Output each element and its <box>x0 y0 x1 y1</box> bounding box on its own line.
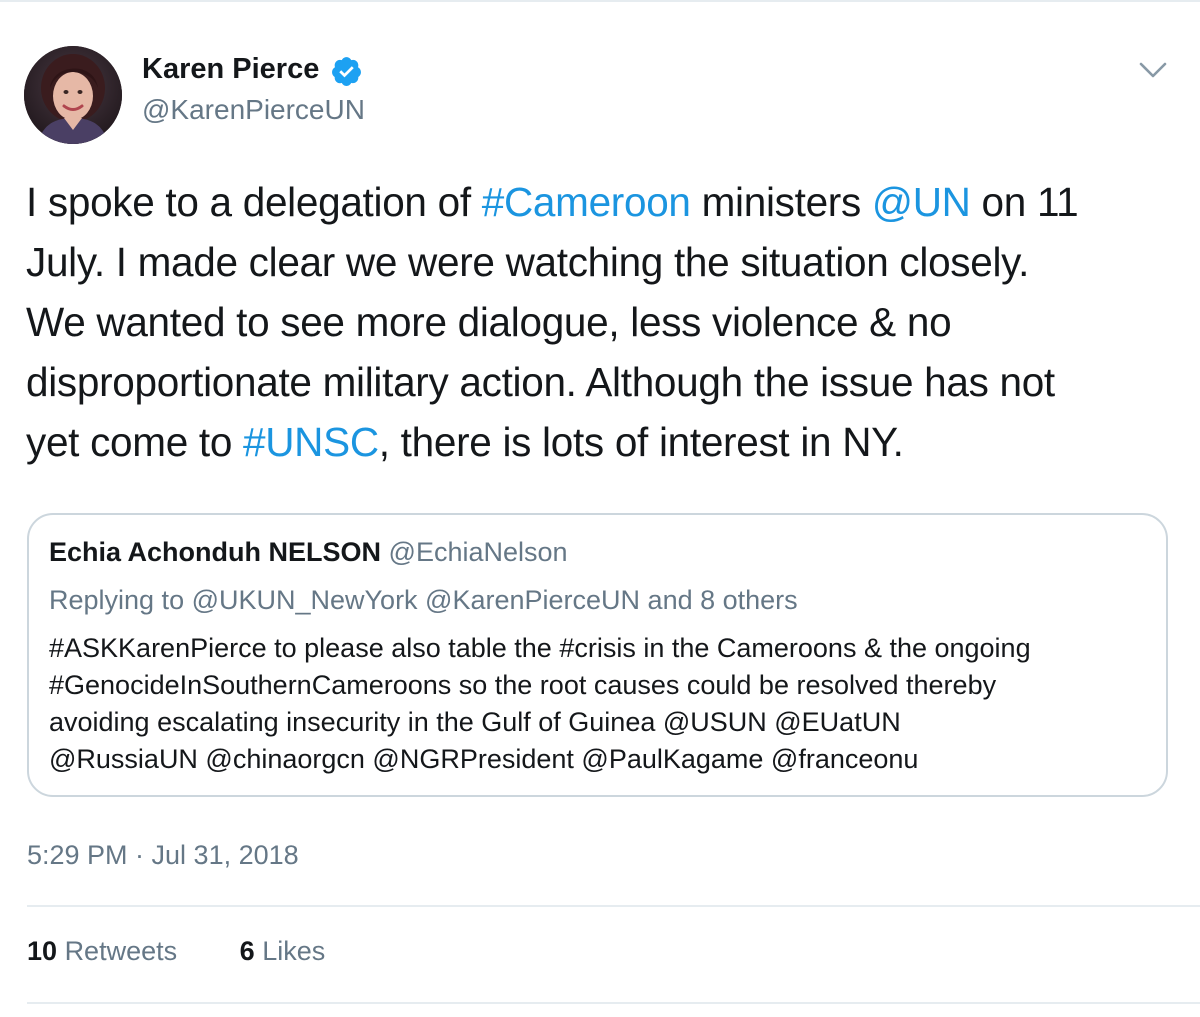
tweet-text-segment: We wanted to see more dialogue, less vio… <box>26 299 952 345</box>
quoted-author-handle: @EchiaNelson <box>388 537 568 567</box>
tweet-text-line: I spoke to a delegation of #Cameroon min… <box>26 172 1176 232</box>
tweet-text-segment: yet come to <box>26 419 243 465</box>
likes-stat[interactable]: 6 Likes <box>240 936 326 967</box>
likes-label: Likes <box>262 936 326 966</box>
divider <box>27 1002 1200 1004</box>
hashtag-link[interactable]: #Cameroon <box>482 179 691 225</box>
verified-badge-icon <box>332 57 361 86</box>
tweet-text-segment: disproportionate military action. Althou… <box>26 359 1055 405</box>
hashtag-link[interactable]: #UNSC <box>243 419 379 465</box>
mention-link[interactable]: @UN <box>872 179 971 225</box>
tweet-text-line: disproportionate military action. Althou… <box>26 352 1176 412</box>
tweet-stats: 10 Retweets 6 Likes <box>27 936 325 967</box>
retweets-count: 10 <box>27 936 58 966</box>
likes-count: 6 <box>239 936 255 966</box>
tweet-text-segment: on 11 <box>970 179 1079 225</box>
author-name[interactable]: Karen Pierce <box>142 53 319 86</box>
avatar-image <box>24 46 122 144</box>
retweets-label: Retweets <box>64 936 178 966</box>
tweet-text-segment: ministers <box>690 179 872 225</box>
avatar[interactable] <box>24 46 122 144</box>
chevron-down-icon[interactable] <box>1137 58 1169 82</box>
tweet-text-segment: , there is lots of interest in NY. <box>378 419 904 465</box>
quoted-author-name: Echia Achonduh NELSON <box>49 537 382 567</box>
divider <box>27 905 1200 907</box>
quoted-replying-to: Replying to @UKUN_NewYork @KarenPierceUN… <box>49 585 798 615</box>
quoted-text-line: avoiding escalating insecurity in the Gu… <box>49 707 901 737</box>
retweets-stat[interactable]: 10 Retweets <box>27 936 177 967</box>
author-handle[interactable]: @KarenPierceUN <box>142 94 365 126</box>
tweet-text-line: July. I made clear we were watching the … <box>26 232 1176 292</box>
tweet-card: Karen Pierce @KarenPierceUN I spoke to a… <box>0 0 1200 1017</box>
quoted-text-line: #ASKKarenPierce to please also table the… <box>49 633 1031 663</box>
tweet-timestamp[interactable]: 5:29 PM · Jul 31, 2018 <box>27 840 299 871</box>
quoted-text-line: @RussiaUN @chinaorgcn @NGRPresident @Pau… <box>49 744 919 774</box>
quoted-tweet[interactable]: Echia Achonduh NELSON @EchiaNelson Reply… <box>27 513 1168 797</box>
quoted-tweet-text: #ASKKarenPierce to please also table the… <box>49 630 1159 778</box>
tweet-text-segment: I spoke to a delegation of <box>26 179 482 225</box>
tweet-text-line: We wanted to see more dialogue, less vio… <box>26 292 1176 352</box>
tweet-text-line: yet come to #UNSC, there is lots of inte… <box>26 412 1176 472</box>
quoted-text-line: #GenocideInSouthernCameroons so the root… <box>49 670 997 700</box>
tweet-text-segment: July. I made clear we were watching the … <box>26 239 1030 285</box>
quoted-tweet-header: Echia Achonduh NELSON @EchiaNelson <box>49 537 568 568</box>
tweet-text: I spoke to a delegation of #Cameroon min… <box>26 172 1176 472</box>
